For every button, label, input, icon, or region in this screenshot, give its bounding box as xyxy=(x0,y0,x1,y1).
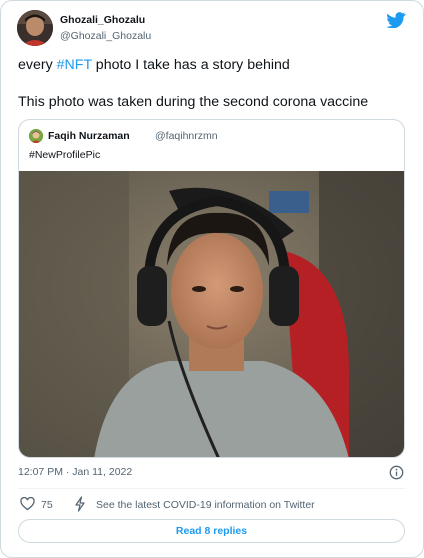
quoted-author-avatar[interactable] xyxy=(29,129,43,143)
tweet-text-line-1: every #NFT photo I take has a story behi… xyxy=(18,57,290,73)
author-handle[interactable]: @Ghozali_Ghozalu xyxy=(60,30,151,42)
lightning-icon xyxy=(75,496,85,512)
nft-hashtag-link[interactable]: #NFT xyxy=(57,57,92,73)
like-count[interactable]: 75 xyxy=(41,499,53,511)
portrait-photo[interactable] xyxy=(19,171,405,458)
info-icon[interactable] xyxy=(389,465,404,480)
quoted-tweet[interactable]: Faqih Nurzaman @faqihnrzmn #NewProfilePi… xyxy=(18,119,405,458)
covid-info-link[interactable]: See the latest COVID-19 information on T… xyxy=(96,499,315,511)
tweet-card: Ghozali_Ghozalu @Ghozali_Ghozalu every #… xyxy=(0,0,424,558)
twitter-bird-icon[interactable] xyxy=(386,12,406,28)
quoted-author-name[interactable]: Faqih Nurzaman xyxy=(48,130,130,142)
tweet-timestamp[interactable]: 12:07 PM · Jan 11, 2022 xyxy=(18,466,132,478)
divider xyxy=(18,488,405,489)
author-avatar[interactable] xyxy=(17,10,53,46)
quoted-tweet-text: #NewProfilePic xyxy=(29,149,101,161)
author-display-name[interactable]: Ghozali_Ghozalu xyxy=(60,14,145,26)
tweet-text-after: photo I take has a story behind xyxy=(91,57,290,73)
tweet-text-line-2: This photo was taken during the second c… xyxy=(18,94,369,110)
heart-icon[interactable] xyxy=(20,497,35,511)
read-replies-button[interactable]: Read 8 replies xyxy=(18,519,405,543)
tweet-text-before: every xyxy=(18,57,57,73)
quoted-author-handle[interactable]: @faqihnrzmn xyxy=(155,130,218,142)
